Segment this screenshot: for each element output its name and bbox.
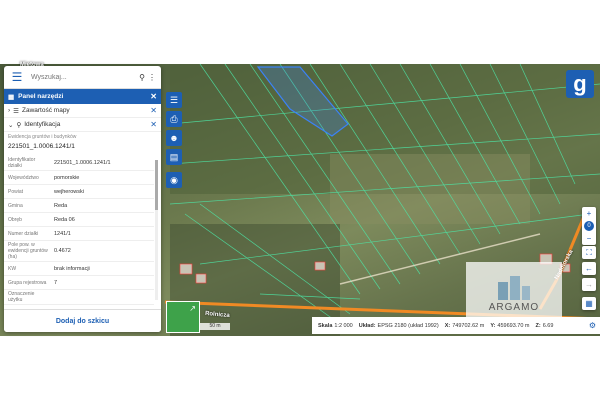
- building-icon: [498, 276, 530, 300]
- add-to-sketch-button[interactable]: Dodaj do szkicu: [4, 309, 161, 332]
- crs-value[interactable]: EPSG 2180 (układ 1992): [378, 323, 439, 329]
- search-icon[interactable]: ⚲: [137, 73, 147, 82]
- share-icon[interactable]: ▦: [582, 297, 596, 310]
- argamo-watermark: ARGAMO: [466, 262, 562, 318]
- section-label: Identyfikacja: [24, 121, 61, 128]
- table-row: Grupa rejestrowa 7: [4, 276, 154, 290]
- y-value: 459693.70 m: [497, 322, 530, 329]
- panel-title: Panel narzędzi: [18, 93, 64, 100]
- scrollbar[interactable]: [155, 160, 158, 300]
- table-row: Pole pow. w ewidencji gruntów (ha) 0.4672: [4, 241, 154, 262]
- table-row: Oznaczenie użytku: [4, 290, 154, 305]
- section-label: Zawartość mapy: [22, 107, 70, 114]
- grid-icon: ▦: [8, 93, 15, 101]
- close-section-icon[interactable]: ✕: [150, 120, 157, 129]
- tool-panel: ☰ ⚲ ⋮ ▦ Panel narzędzi ✕ › ☰ Zawartość m…: [4, 66, 161, 332]
- gear-icon[interactable]: ⚙: [589, 321, 596, 330]
- chevron-down-icon: ⌄: [8, 121, 14, 129]
- crs-label: Układ:: [358, 322, 376, 329]
- forward-icon[interactable]: →: [582, 278, 596, 291]
- chevron-right-icon: ›: [8, 107, 11, 114]
- layers-icon[interactable]: ☰: [166, 92, 182, 108]
- x-value: 749702.62 m: [452, 322, 485, 329]
- search-input[interactable]: [29, 72, 137, 82]
- attribute-table: Identyfikator działki 221501_1.0006.1241/…: [4, 156, 154, 306]
- watermark-text: ARGAMO: [488, 302, 540, 313]
- status-bar: Skala 1:2 000 Układ: EPSG 2180 (układ 19…: [312, 317, 600, 334]
- zoom-out-icon[interactable]: −: [582, 232, 596, 245]
- x-label: X:: [444, 322, 451, 329]
- camera-icon[interactable]: ◉: [166, 172, 182, 188]
- external-link-icon: ↗: [189, 304, 196, 313]
- print-icon[interactable]: ⎙: [166, 111, 182, 127]
- section-map-contents[interactable]: › ☰ Zawartość mapy ✕: [4, 104, 161, 118]
- fullscreen-icon[interactable]: ⛶: [582, 246, 596, 259]
- z-label: Z:: [535, 322, 541, 329]
- search-bar: ☰ ⚲ ⋮: [4, 66, 161, 89]
- scrollbar-thumb[interactable]: [155, 160, 158, 210]
- table-row: Powiat wejherowski: [4, 185, 154, 199]
- table-row: Gmina Reda: [4, 199, 154, 213]
- zoom-in-icon[interactable]: +: [582, 207, 596, 220]
- parcel-id[interactable]: 221501_1.0006.1241/1: [4, 142, 161, 153]
- zoom-control: + 0 −: [582, 207, 596, 245]
- panel-header: ▦ Panel narzędzi ✕: [4, 89, 161, 104]
- layers-small-icon: ☰: [13, 107, 19, 115]
- table-row: Numer działki 1241/1: [4, 227, 154, 241]
- y-label: Y:: [490, 322, 496, 329]
- scale-value[interactable]: 1:2 000: [334, 323, 352, 329]
- close-icon[interactable]: ✕: [150, 92, 157, 101]
- section-identification[interactable]: ⌄ ⚲ Identyfikacja ✕: [4, 118, 161, 132]
- geoportal-logo[interactable]: g: [566, 70, 594, 98]
- scale-bar: 50 m: [200, 323, 230, 330]
- z-value: 6.69: [542, 322, 554, 329]
- basemap-switcher[interactable]: ↗: [166, 301, 200, 333]
- layer-name: Ewidencja gruntów i budynków: [8, 134, 77, 140]
- zoom-level: 0: [584, 221, 594, 231]
- more-icon[interactable]: ⋮: [147, 73, 157, 82]
- search-small-icon: ⚲: [16, 121, 22, 129]
- close-section-icon[interactable]: ✕: [150, 106, 157, 115]
- back-icon[interactable]: ←: [582, 262, 596, 275]
- person-icon[interactable]: ☻: [166, 130, 182, 146]
- scale-label: Skala: [318, 322, 333, 329]
- table-row: Identyfikator działki 221501_1.0006.1241/…: [4, 156, 154, 171]
- table-row: Obręb Reda 06: [4, 213, 154, 227]
- table-row: KW brak informacji: [4, 262, 154, 276]
- clipboard-icon[interactable]: ▤: [166, 149, 182, 165]
- menu-icon[interactable]: ☰: [9, 70, 25, 84]
- table-row: Województwo pomorskie: [4, 171, 154, 185]
